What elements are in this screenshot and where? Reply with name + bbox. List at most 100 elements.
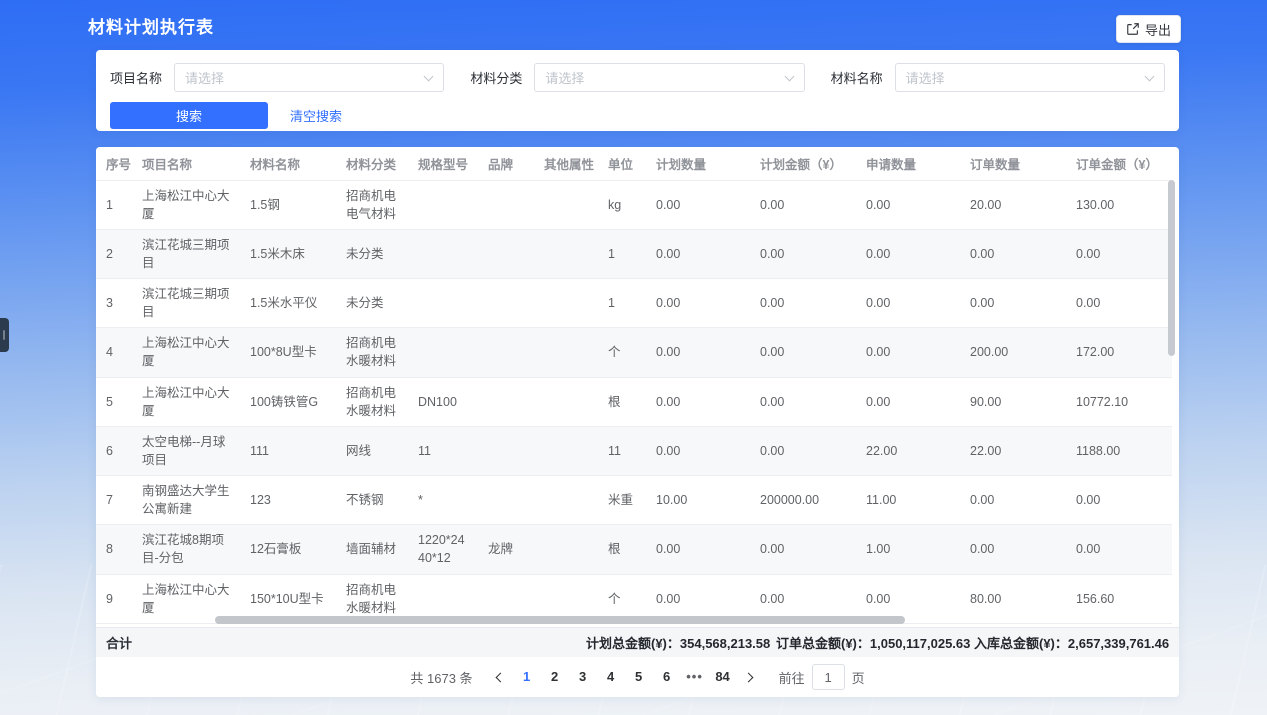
table-cell: 0.00 (646, 279, 750, 328)
table-cell (478, 426, 534, 475)
pager-ellipsis[interactable]: ••• (681, 665, 709, 689)
column-header: 材料名称 (240, 147, 336, 180)
page-number[interactable]: 1 (513, 665, 541, 689)
next-page-button[interactable] (737, 665, 761, 689)
table-cell: 0.00 (856, 229, 960, 278)
page-number[interactable]: 6 (653, 665, 681, 689)
table-cell: 100铸铁管G (240, 377, 336, 426)
table-cell: 1.5钢 (240, 180, 336, 229)
table-cell: 8 (96, 525, 132, 574)
table-row: 5上海松江中心大厦100铸铁管G招商机电水暖材料DN100根0.000.000.… (96, 377, 1172, 426)
page-number[interactable]: 5 (625, 665, 653, 689)
table-cell: 龙牌 (478, 525, 534, 574)
table-cell: 10772.10 (1066, 377, 1172, 426)
table-cell: 1.5米水平仪 (240, 279, 336, 328)
table-cell: 墙面辅材 (336, 525, 408, 574)
table-cell: 0.00 (960, 525, 1066, 574)
page-number[interactable]: 2 (541, 665, 569, 689)
table-cell: 0.00 (646, 377, 750, 426)
chevron-down-icon (424, 72, 434, 82)
total-count-text: 共 1673 条 (410, 668, 472, 687)
table-cell (478, 279, 534, 328)
table-cell: 滨江花城8期项目-分包 (132, 525, 240, 574)
table-cell: 米重 (598, 476, 646, 525)
table-cell: 9 (96, 574, 132, 623)
table-cell (534, 377, 598, 426)
table-cell: 80.00 (960, 574, 1066, 623)
table-cell: 6 (96, 426, 132, 475)
table-cell (534, 180, 598, 229)
summary-row: 合计 计划总金额(¥)：354,568,213.58 订单总金额(¥)：1,05… (96, 627, 1179, 657)
table-cell: 11 (408, 426, 478, 475)
table-cell (408, 328, 478, 377)
table-cell: 3 (96, 279, 132, 328)
material-category-label: 材料分类 (470, 68, 522, 87)
export-button[interactable]: 导出 (1116, 15, 1181, 43)
table-cell: 0.00 (750, 180, 856, 229)
table-cell: 0.00 (856, 279, 960, 328)
table-cell: 0.00 (750, 328, 856, 377)
table-cell: 200000.00 (750, 476, 856, 525)
table-cell: 0.00 (856, 180, 960, 229)
chevron-down-icon (1145, 72, 1155, 82)
table-row: 2滨江花城三期项目1.5米木床未分类10.000.000.000.000.00 (96, 229, 1172, 278)
column-header: 规格型号 (408, 147, 478, 180)
table-cell: 南钢盛达大学生公寓新建 (132, 476, 240, 525)
material-category-placeholder: 请选择 (545, 68, 584, 87)
column-header: 其他属性 (534, 147, 598, 180)
project-name-select[interactable]: 请选择 (174, 63, 444, 92)
table-cell (534, 426, 598, 475)
clear-search-link[interactable]: 清空搜索 (290, 106, 342, 125)
page-title: 材料计划执行表 (88, 13, 214, 38)
table-cell: 0.00 (646, 180, 750, 229)
search-button[interactable]: 搜索 (110, 102, 268, 129)
material-name-select[interactable]: 请选择 (895, 63, 1165, 92)
table-cell: 22.00 (960, 426, 1066, 475)
table-cell (478, 328, 534, 377)
table-cell: 1 (96, 180, 132, 229)
goto-page-input[interactable] (812, 664, 845, 690)
table-cell: 5 (96, 377, 132, 426)
export-icon (1126, 22, 1140, 36)
page-number[interactable]: 4 (597, 665, 625, 689)
table-cell (534, 279, 598, 328)
page-number[interactable]: 84 (709, 665, 737, 689)
table-cell: 0.00 (960, 279, 1066, 328)
table-cell: 0.00 (960, 476, 1066, 525)
table-cell: 11.00 (856, 476, 960, 525)
table-row: 8滨江花城8期项目-分包12石膏板墙面辅材1220*2440*12龙牌根0.00… (96, 525, 1172, 574)
table-cell (408, 279, 478, 328)
table-row: 1上海松江中心大厦1.5钢招商机电电气材料kg0.000.000.0020.00… (96, 180, 1172, 229)
export-label: 导出 (1145, 20, 1171, 39)
table-cell: 根 (598, 377, 646, 426)
table-row: 3滨江花城三期项目1.5米水平仪未分类10.000.000.000.000.00 (96, 279, 1172, 328)
table-cell: 个 (598, 328, 646, 377)
sidebar-collapse-handle[interactable] (0, 318, 9, 352)
goto-suffix: 页 (852, 668, 865, 687)
project-name-label: 项目名称 (110, 68, 162, 87)
material-category-select[interactable]: 请选择 (534, 63, 804, 92)
table-cell: 0.00 (856, 328, 960, 377)
pagination: 共 1673 条 123456•••84 前往 页 (96, 657, 1179, 697)
table-cell: kg (598, 180, 646, 229)
column-header: 品牌 (478, 147, 534, 180)
table-cell: 0.00 (1066, 229, 1172, 278)
table-row: 4上海松江中心大厦100*8U型卡招商机电水暖材料个0.000.000.0020… (96, 328, 1172, 377)
prev-page-button[interactable] (489, 665, 513, 689)
horizontal-scrollbar-thumb[interactable] (215, 616, 905, 624)
table-cell: 200.00 (960, 328, 1066, 377)
table-cell: 1220*2440*12 (408, 525, 478, 574)
column-header: 订单金额（¥） (1066, 147, 1172, 180)
vertical-scrollbar-thumb[interactable] (1168, 180, 1175, 356)
table-cell: 0.00 (646, 328, 750, 377)
table-row: 6太空电梯--月球项目111网线11110.000.0022.0022.0011… (96, 426, 1172, 475)
table-row: 7南钢盛达大学生公寓新建123不锈钢*米重10.00200000.0011.00… (96, 476, 1172, 525)
table-cell: 90.00 (960, 377, 1066, 426)
summary-label: 合计 (106, 633, 132, 652)
table-cell: * (408, 476, 478, 525)
table-cell (534, 525, 598, 574)
table-cell: 上海松江中心大厦 (132, 180, 240, 229)
table-scroll-area: 序号项目名称材料名称材料分类规格型号品牌其他属性单位计划数量计划金额（¥）申请数… (96, 147, 1179, 627)
page-number[interactable]: 3 (569, 665, 597, 689)
table-cell: 上海松江中心大厦 (132, 328, 240, 377)
